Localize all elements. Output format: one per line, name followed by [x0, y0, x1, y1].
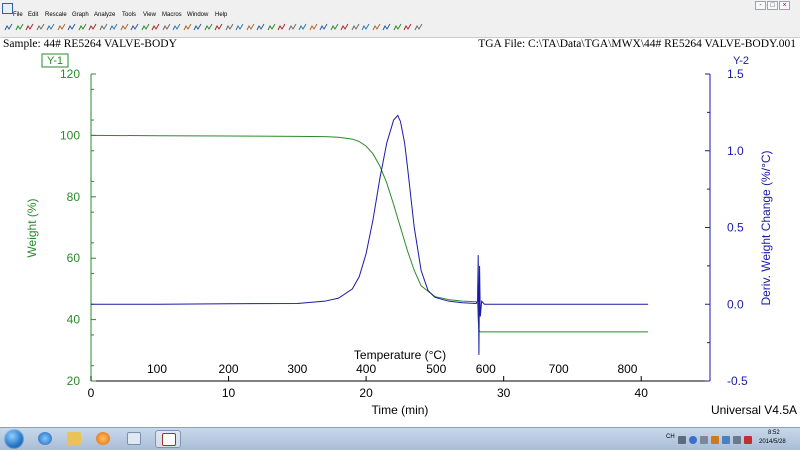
taskbar: CH 8:52 2014/5/28 [0, 427, 800, 450]
temperature-axis-label: Temperature (°C) [354, 348, 446, 362]
temperature-tick-label: 300 [287, 362, 307, 376]
temperature-tick-label: 100 [147, 362, 167, 376]
taskbar-media[interactable] [90, 430, 116, 448]
volume-icon[interactable] [733, 436, 741, 444]
x-tick-label: 30 [497, 386, 511, 400]
temperature-tick-label: 400 [356, 362, 376, 376]
temperature-tick-label: 700 [549, 362, 569, 376]
series [90, 114, 649, 355]
ie-icon [38, 432, 52, 445]
y2-tick-label: 0.0 [727, 297, 744, 311]
tray-app-icon[interactable] [700, 436, 708, 444]
y2-tick-label: 1.0 [727, 144, 744, 158]
temperature-tick-label: 800 [617, 362, 637, 376]
temperature-tick-label: 200 [219, 362, 239, 376]
y1-tick-label: 40 [67, 313, 81, 327]
x-tick-label: 0 [88, 386, 95, 400]
y1-tick-label: 100 [60, 128, 80, 142]
taskbar-ie[interactable] [32, 430, 58, 448]
media-player-icon [96, 432, 110, 445]
ta-instrument-icon [127, 432, 141, 445]
start-button[interactable] [4, 429, 24, 449]
y2-tag: Y-2 [733, 55, 749, 67]
y1-tick-label: 120 [60, 67, 80, 81]
y1-axis-label: Weight (%) [25, 198, 39, 257]
clock-time[interactable]: 8:52 [768, 430, 780, 436]
y2-tick-label: 1.5 [727, 67, 744, 81]
weight-curve [90, 134, 649, 333]
y1-tag: Y-1 [47, 55, 63, 67]
y1-tick-label: 20 [67, 374, 81, 388]
y2-tick-label: -0.5 [727, 374, 748, 388]
flag-icon[interactable] [744, 436, 752, 444]
x-tick-label: 40 [635, 386, 649, 400]
taskbar-explorer[interactable] [61, 430, 87, 448]
tray-shield-icon[interactable] [711, 436, 719, 444]
y1-tick-label: 60 [67, 251, 81, 265]
temperature-tick-label: 600 [476, 362, 496, 376]
y2-tick-label: 0.5 [727, 221, 744, 235]
network-icon[interactable] [722, 436, 730, 444]
keyboard-icon[interactable] [678, 436, 686, 444]
derivative-curve [91, 114, 649, 355]
help-icon[interactable] [689, 436, 697, 444]
x-axis-label: Time (min) [372, 403, 429, 417]
temperature-tick-label: 500 [426, 362, 446, 376]
y2-axis-label: Deriv. Weight Change (%/°C) [759, 150, 773, 305]
taskbar-ta-app[interactable] [121, 430, 147, 448]
universal-analysis-icon [162, 433, 176, 446]
y1-tick-label: 80 [67, 190, 81, 204]
tga-chart[interactable]: 0 10 20 30 40 20 40 60 80 100 120 -0.5 0.0 0.5 1.0 1.5 1… [0, 0, 800, 427]
clock-date[interactable]: 2014/5/28 [759, 439, 786, 445]
folder-icon [67, 432, 81, 445]
taskbar-universal-analysis[interactable] [155, 430, 181, 448]
language-indicator[interactable]: CH [666, 434, 675, 440]
x-tick-label: 20 [359, 386, 373, 400]
x-tick-label: 10 [222, 386, 236, 400]
version-label: Universal V4.5A [711, 403, 797, 417]
